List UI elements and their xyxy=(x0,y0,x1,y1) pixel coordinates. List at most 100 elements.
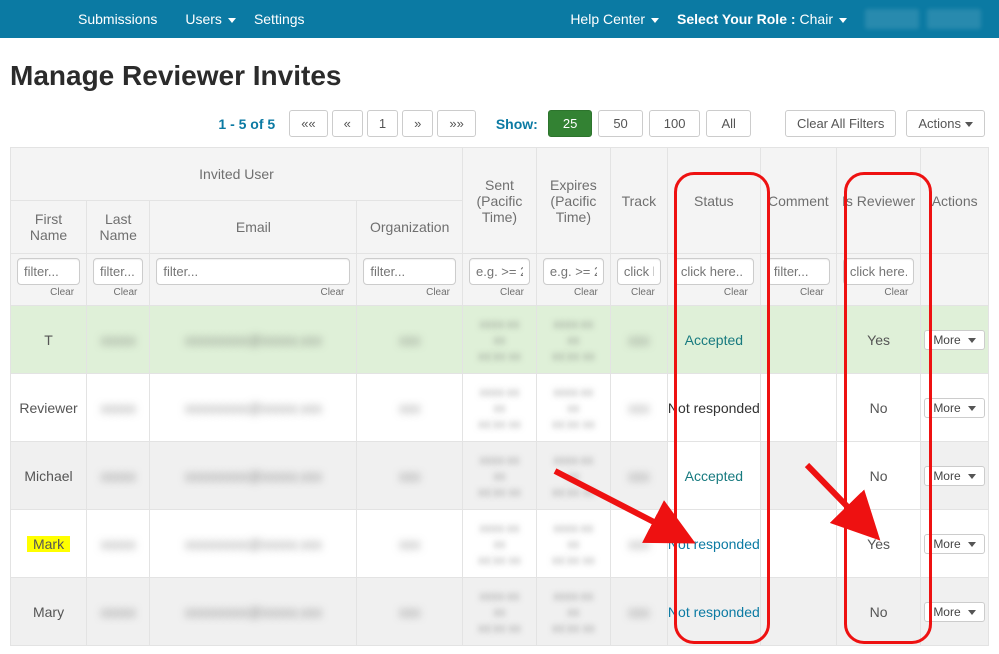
status-text: Accepted xyxy=(685,468,743,484)
nav-submissions[interactable]: Submissions xyxy=(78,11,157,27)
table-cell xyxy=(760,374,836,442)
th-comment[interactable]: Comment xyxy=(760,148,836,254)
table-cell: xxx xyxy=(357,306,463,374)
filter-clear-link[interactable]: Clear xyxy=(543,285,604,303)
pager: «« « 1 » »» xyxy=(289,110,476,137)
table-cell[interactable]: More xyxy=(921,442,989,510)
filter-comment: Clear xyxy=(760,254,836,306)
th-track[interactable]: Track xyxy=(610,148,667,254)
filter-comment-input[interactable] xyxy=(767,258,830,285)
th-is-reviewer[interactable]: Is Reviewer xyxy=(836,148,920,254)
filter-track-input[interactable] xyxy=(617,258,661,285)
th-status[interactable]: Status xyxy=(667,148,760,254)
email-blur: xxxxxxxxx@xxxxx.xxx xyxy=(185,332,322,348)
th-organization[interactable]: Organization xyxy=(357,201,463,254)
pager-page-button[interactable]: 1 xyxy=(367,110,398,137)
filter-is-reviewer-input[interactable] xyxy=(843,258,914,285)
table-cell xyxy=(760,578,836,646)
row-more-button[interactable]: More xyxy=(924,398,985,418)
table-cell: xxxxxxxxx@xxxxx.xxx xyxy=(150,374,357,442)
page-size-25[interactable]: 25 xyxy=(548,110,592,137)
track-blur: xxx xyxy=(628,400,649,416)
user-area-blur xyxy=(927,9,981,29)
table-cell: Michael xyxy=(11,442,87,510)
th-last-name[interactable]: Last Name xyxy=(87,201,150,254)
chevron-down-icon xyxy=(968,542,976,547)
nav-help-center[interactable]: Help Center xyxy=(570,11,659,27)
table-cell xyxy=(760,510,836,578)
pager-next-button[interactable]: » xyxy=(402,110,433,137)
pager-prev-button[interactable]: « xyxy=(332,110,363,137)
filter-clear-link[interactable]: Clear xyxy=(674,285,754,303)
table-cell: xxxx-xxxxxx:xx xx xyxy=(463,578,537,646)
org-blur: xxx xyxy=(399,536,420,552)
table-cell: xxxx-xxxxxx:xx xx xyxy=(463,442,537,510)
page-size-50[interactable]: 50 xyxy=(598,110,642,137)
status-text: Accepted xyxy=(685,332,743,348)
table-cell[interactable]: More xyxy=(921,306,989,374)
chevron-down-icon xyxy=(968,610,976,615)
filter-clear-link[interactable]: Clear xyxy=(469,285,530,303)
date-blur: xxxx-xxxxxx:xx xx xyxy=(537,317,610,363)
nav-settings[interactable]: Settings xyxy=(254,11,305,27)
filter-clear-link[interactable]: Clear xyxy=(843,285,914,303)
table-cell: Mark xyxy=(11,510,87,578)
th-first-name[interactable]: First Name xyxy=(11,201,87,254)
table-cell: xxxxxxxxx@xxxxx.xxx xyxy=(150,578,357,646)
date-blur: xxxx-xxxxxx:xx xx xyxy=(463,453,536,499)
filter-clear-link[interactable]: Clear xyxy=(17,285,80,303)
actions-menu-label: Actions xyxy=(918,116,961,131)
table-cell: Accepted xyxy=(667,442,760,510)
chevron-down-icon xyxy=(651,18,659,23)
chevron-down-icon xyxy=(839,18,847,23)
table-cell: xxxxxxxxx@xxxxx.xxx xyxy=(150,510,357,578)
page-size-buttons: 25 50 100 All xyxy=(548,110,751,137)
status-text: Not responded xyxy=(668,400,760,416)
pager-first-button[interactable]: «« xyxy=(289,110,327,137)
actions-menu-button[interactable]: Actions xyxy=(906,110,985,137)
table-cell[interactable]: More xyxy=(921,578,989,646)
filter-clear-link[interactable]: Clear xyxy=(93,285,143,303)
th-sent[interactable]: Sent (Pacific Time) xyxy=(463,148,537,254)
filter-status-input[interactable] xyxy=(674,258,754,285)
row-more-button[interactable]: More xyxy=(924,534,985,554)
track-blur: xxx xyxy=(628,332,649,348)
row-more-button[interactable]: More xyxy=(924,602,985,622)
table-cell[interactable]: More xyxy=(921,510,989,578)
filter-expires-input[interactable] xyxy=(543,258,604,285)
row-more-button[interactable]: More xyxy=(924,330,985,350)
th-expires[interactable]: Expires (Pacific Time) xyxy=(536,148,610,254)
nav-users[interactable]: Users xyxy=(185,11,236,27)
filter-organization-input[interactable] xyxy=(363,258,456,285)
table-row: Txxxxxxxxxxxxxx@xxxxx.xxxxxxxxxx-xxxxxx:… xyxy=(11,306,989,374)
filter-email-input[interactable] xyxy=(156,258,350,285)
first-name-text: Mary xyxy=(33,604,64,620)
table-cell: No xyxy=(836,578,920,646)
filter-last-name-input[interactable] xyxy=(93,258,143,285)
track-blur: xxx xyxy=(628,468,649,484)
filter-clear-link[interactable]: Clear xyxy=(767,285,830,303)
table-cell: Mary xyxy=(11,578,87,646)
is-reviewer-text: No xyxy=(870,604,888,620)
filter-first-name-input[interactable] xyxy=(17,258,80,285)
nav-users-label: Users xyxy=(185,11,222,27)
page-size-all[interactable]: All xyxy=(706,110,750,137)
filter-sent-input[interactable] xyxy=(469,258,530,285)
filter-clear-link[interactable]: Clear xyxy=(156,285,350,303)
table-cell: xxx xyxy=(610,442,667,510)
first-name-text: Mark xyxy=(27,536,70,552)
chevron-down-icon xyxy=(228,18,236,23)
clear-all-filters-button[interactable]: Clear All Filters xyxy=(785,110,896,137)
nav-help-center-label: Help Center xyxy=(570,11,645,27)
table-cell[interactable]: More xyxy=(921,374,989,442)
page-size-100[interactable]: 100 xyxy=(649,110,701,137)
nav-role-chair[interactable]: Chair xyxy=(800,11,847,27)
table-row: Michaelxxxxxxxxxxxxxx@xxxxx.xxxxxxxxxx-x… xyxy=(11,442,989,510)
filter-clear-link[interactable]: Clear xyxy=(617,285,661,303)
th-email[interactable]: Email xyxy=(150,201,357,254)
org-blur: xxx xyxy=(399,604,420,620)
pager-last-button[interactable]: »» xyxy=(437,110,475,137)
last-name-blur: xxxxx xyxy=(101,604,136,620)
row-more-button[interactable]: More xyxy=(924,466,985,486)
filter-clear-link[interactable]: Clear xyxy=(363,285,456,303)
